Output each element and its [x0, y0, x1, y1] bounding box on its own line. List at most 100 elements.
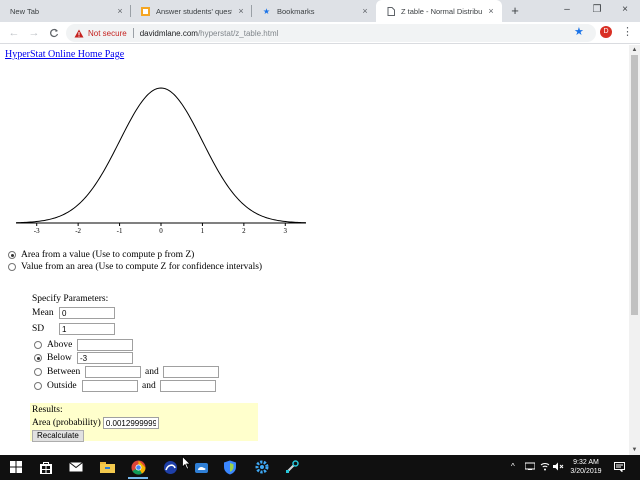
back-button[interactable]: ←	[6, 25, 22, 41]
mouse-pointer-icon	[182, 456, 191, 470]
url-host: davidmlane.com	[139, 28, 198, 38]
mode-value-from-area[interactable]: Value from an area (Use to compute Z for…	[8, 262, 262, 272]
minimize-button[interactable]: –	[552, 0, 582, 20]
notifications-icon[interactable]	[614, 462, 625, 474]
close-window-button[interactable]: ×	[610, 0, 640, 20]
scroll-down-arrow-icon[interactable]: ▼	[629, 445, 640, 455]
radio-below[interactable]	[34, 354, 42, 362]
above-label: Above	[47, 340, 73, 350]
settings-gear-icon[interactable]	[254, 459, 270, 475]
above-row: Above	[32, 339, 133, 351]
chrome-menu-icon[interactable]: ⋮	[622, 26, 633, 38]
network-icon[interactable]	[524, 462, 536, 472]
mean-input[interactable]	[59, 307, 115, 319]
between-upper-input[interactable]	[162, 366, 219, 378]
radio-area-from-value[interactable]	[8, 251, 16, 259]
reload-button[interactable]	[46, 25, 62, 41]
address-bar[interactable]: Not secure davidmlane.com /hyperstat/z_t…	[66, 24, 596, 42]
wifi-icon[interactable]	[540, 462, 550, 473]
x-tick-label: 1	[201, 227, 205, 233]
hyperstat-home-link[interactable]: HyperStat Online Home Page	[5, 49, 124, 60]
tab-label: Z table - Normal Distribu	[401, 6, 482, 16]
radio-value-from-area[interactable]	[8, 263, 16, 271]
not-secure-label[interactable]: Not secure	[88, 29, 127, 38]
new-tab-button[interactable]: +	[506, 2, 524, 20]
tab-close-icon[interactable]: ×	[360, 6, 370, 16]
and-label: and	[145, 367, 159, 377]
volume-muted-icon[interactable]	[553, 462, 564, 473]
tray-chevron-icon[interactable]: ^	[511, 462, 515, 471]
between-lower-input[interactable]	[85, 366, 141, 378]
profile-avatar[interactable]: D	[600, 26, 612, 38]
security-shield-icon[interactable]	[222, 459, 238, 475]
browser-e-icon[interactable]	[162, 459, 178, 475]
recalculate-button[interactable]: Recalculate	[32, 430, 84, 442]
x-tick-label: 3	[284, 227, 288, 233]
tab-close-icon[interactable]: ×	[115, 6, 125, 16]
maximize-button[interactable]: ❐	[582, 0, 612, 20]
tool-app-icon[interactable]	[284, 459, 300, 475]
radio-between[interactable]	[34, 368, 42, 376]
tab-z-table[interactable]: Z table - Normal Distribu ×	[376, 0, 502, 22]
specify-parameters-heading: Specify Parameters:	[32, 294, 109, 304]
windows-taskbar: ^ 9:32 AM 3/20/2019	[0, 455, 640, 480]
scroll-thumb[interactable]	[631, 55, 638, 315]
and-label: and	[142, 381, 156, 391]
chegg-favicon-icon	[141, 6, 150, 16]
below-row: Below	[32, 352, 133, 364]
tab-close-icon[interactable]: ×	[236, 6, 246, 16]
file-explorer-icon[interactable]	[99, 459, 115, 475]
tab-close-icon[interactable]: ×	[486, 6, 496, 16]
above-input[interactable]	[77, 339, 133, 351]
outside-upper-input[interactable]	[159, 380, 216, 392]
reload-icon	[50, 28, 59, 38]
store-icon[interactable]	[38, 459, 54, 475]
chrome-icon[interactable]	[128, 459, 148, 479]
tab-label: Answer students' questio	[156, 6, 232, 16]
bookmark-star-icon: ★	[262, 6, 271, 16]
results-panel: Results: Area (probability) Recalculate	[30, 403, 258, 442]
normal-curve-chart: -3 -2 -1 0 1 2 3	[15, 87, 307, 233]
tab-label: New Tab	[10, 6, 40, 16]
mean-row: Mean	[32, 307, 115, 319]
page-scrollbar[interactable]: ▲ ▼	[629, 45, 640, 455]
area-label: Area (probability)	[32, 418, 101, 428]
windows-start-icon[interactable]	[8, 459, 24, 475]
x-tick-label: -1	[117, 227, 123, 233]
area-output[interactable]	[102, 417, 159, 429]
cloud-app-icon[interactable]	[193, 459, 209, 475]
below-input[interactable]	[77, 352, 133, 364]
x-tick-label: -3	[34, 227, 40, 233]
sd-label: SD	[32, 324, 45, 334]
between-row: Between and	[32, 366, 219, 378]
scroll-up-arrow-icon[interactable]: ▲	[629, 45, 640, 55]
radio-above[interactable]	[34, 341, 42, 349]
x-tick-label: 2	[242, 227, 246, 233]
clock-date: 3/20/2019	[570, 468, 602, 475]
tab-answer-students[interactable]: Answer students' questio ×	[131, 0, 252, 22]
outside-row: Outside and	[32, 380, 216, 392]
warning-icon	[74, 28, 84, 38]
tab-bookmarks[interactable]: ★ Bookmarks ×	[252, 0, 376, 22]
mail-icon[interactable]	[68, 459, 84, 475]
bookmark-star-icon[interactable]: ★	[574, 25, 584, 38]
document-icon	[386, 6, 395, 16]
tab-strip: New Tab × Answer students' questio × ★ B…	[0, 0, 640, 22]
system-clock[interactable]: 9:32 AM 3/20/2019	[566, 458, 606, 476]
x-tick-label: -2	[75, 227, 81, 233]
browser-toolbar: ← → Not secure davidmlane.com /hyperstat…	[0, 22, 640, 44]
forward-button[interactable]: →	[26, 25, 42, 41]
area-row: Area (probability)	[32, 417, 159, 429]
results-heading: Results:	[32, 405, 63, 415]
radio-label: Value from an area (Use to compute Z for…	[21, 262, 263, 272]
clock-time: 9:32 AM	[573, 459, 599, 466]
outside-lower-input[interactable]	[82, 380, 138, 392]
tab-new-tab[interactable]: New Tab ×	[0, 0, 131, 22]
density-curve	[15, 87, 307, 224]
omnibox-divider	[132, 28, 134, 38]
mean-label: Mean	[32, 308, 54, 318]
mode-area-from-value[interactable]: Area from a value (Use to compute p from…	[8, 250, 194, 260]
url-path: /hyperstat/z_table.html	[197, 28, 279, 38]
radio-outside[interactable]	[34, 382, 42, 390]
sd-input[interactable]	[59, 323, 115, 335]
